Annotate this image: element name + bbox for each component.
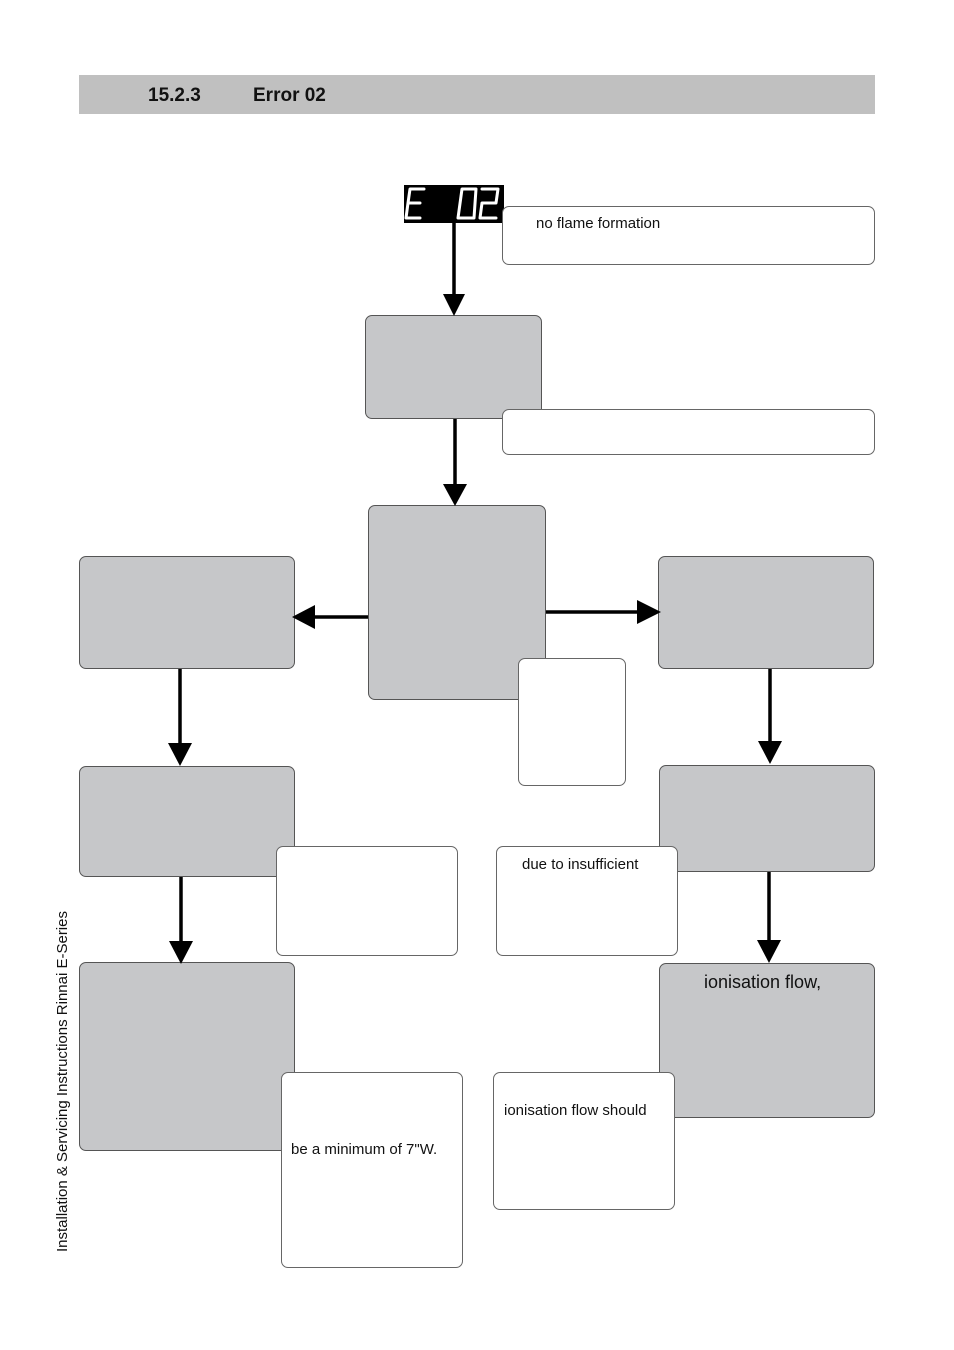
right-step-box-2 (659, 765, 875, 872)
arrowhead-down-icon (443, 484, 467, 506)
arrowhead-down-icon (168, 743, 192, 766)
section-number: 15.2.3 (148, 85, 201, 106)
note-right-middle-text: due to insufficient (522, 856, 639, 873)
arrowhead-down-icon (169, 941, 193, 964)
arrowhead-down-icon (757, 940, 781, 963)
section-title: Error 02 (253, 85, 326, 106)
side-footer-text: Installation & Servicing Instructions Ri… (54, 911, 71, 1252)
note-step-1 (502, 409, 875, 455)
note-left-bottom-text: be a minimum of 7"W. (291, 1141, 438, 1158)
step-box-1 (365, 315, 542, 419)
left-step-box-1 (79, 556, 295, 669)
note-left-bottom (281, 1072, 463, 1268)
arrowhead-left-icon (292, 605, 315, 629)
note-error-text: no flame formation (536, 215, 661, 232)
right-step-box-1 (658, 556, 874, 669)
note-decision (518, 658, 626, 786)
error-code-display (404, 185, 504, 223)
seven-segment-display-icon (404, 187, 500, 220)
note-right-bottom (493, 1072, 675, 1210)
left-step-box-2 (79, 766, 295, 877)
note-right-bottom-text: ionisation flow should (504, 1102, 647, 1119)
right-step-3-text: ionisation flow, (704, 972, 822, 992)
arrowhead-down-icon (443, 294, 465, 316)
arrowhead-down-icon (758, 741, 782, 764)
left-step-box-3 (79, 962, 295, 1151)
note-left-middle (276, 846, 458, 956)
